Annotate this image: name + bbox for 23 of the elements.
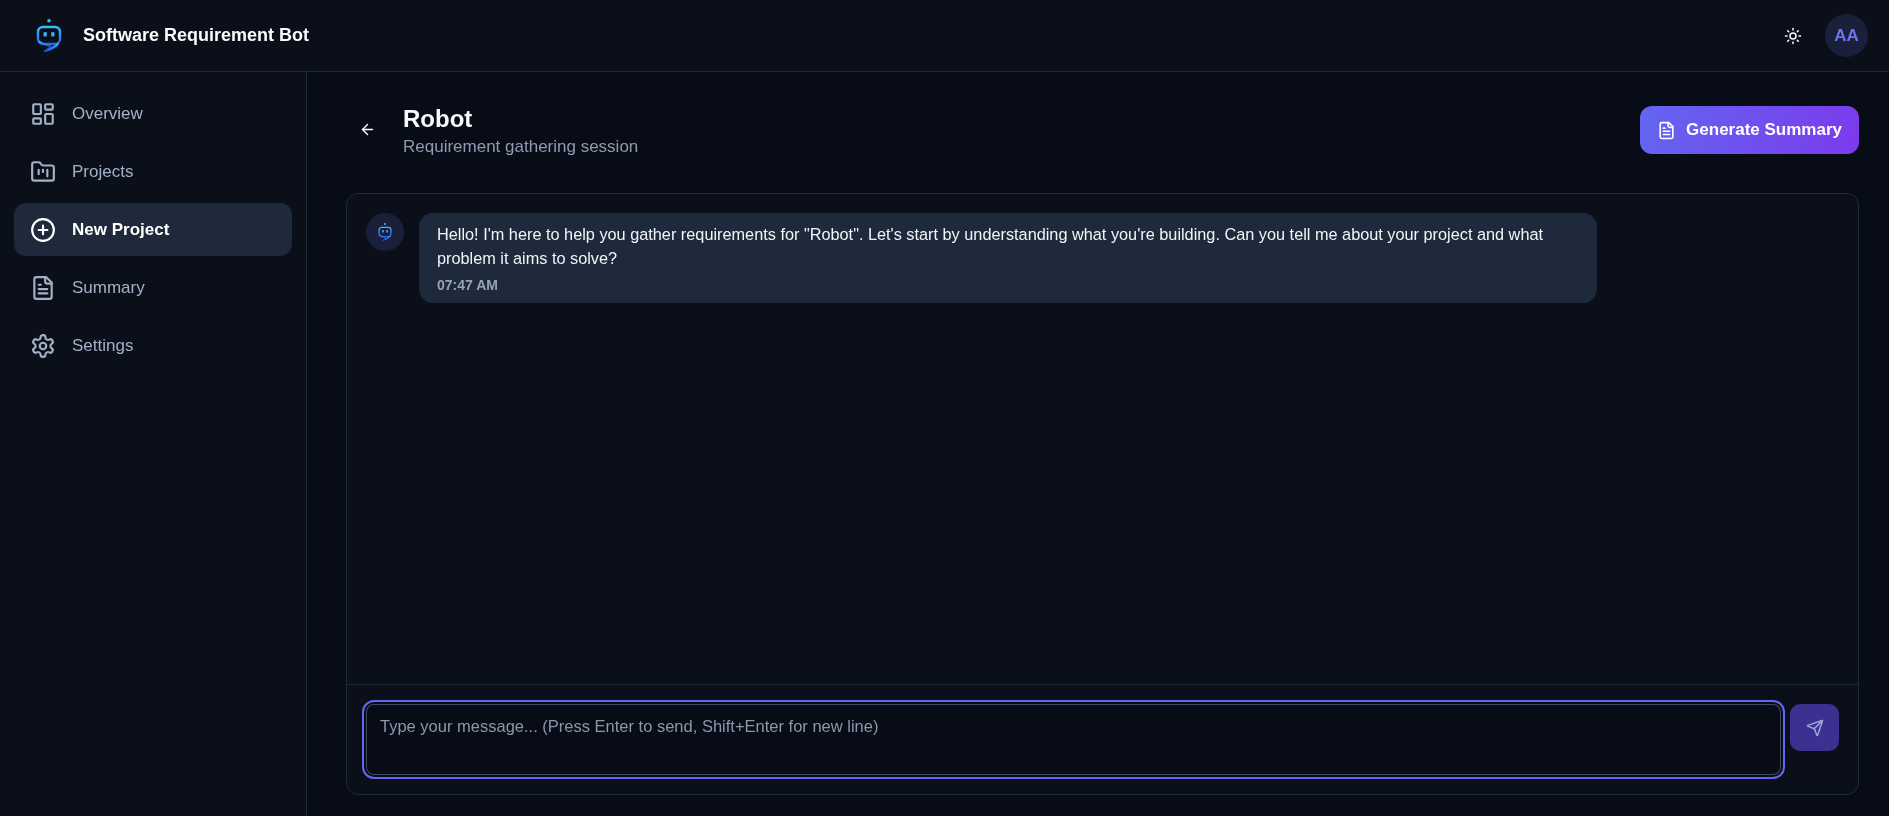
app-title: Software Requirement Bot <box>83 24 310 47</box>
robot-avatar-icon <box>366 213 404 251</box>
message-time: 07:47 AM <box>437 276 499 295</box>
generate-summary-button[interactable]: Generate Summary <box>1640 106 1859 154</box>
gear-icon <box>30 332 56 359</box>
message-input[interactable]: Type your message... (Press Enter to send, Shift+Enter for new line) <box>362 700 1785 779</box>
sidebar-item[interactable]: Projects <box>14 145 292 198</box>
robot-icon <box>36 17 62 54</box>
sidebar-item[interactable]: Summary <box>14 261 292 314</box>
paper-plane-icon <box>1805 718 1824 737</box>
grid-icon <box>30 100 56 127</box>
page-subtitle: Requirement gathering session <box>403 136 639 158</box>
plus-circle-icon <box>30 216 56 243</box>
page-title: Robot <box>403 106 474 132</box>
sidebar-item[interactable]: Overview <box>14 87 292 140</box>
sidebar-item[interactable]: Settings <box>14 319 292 372</box>
document-icon <box>30 274 56 301</box>
user-avatar[interactable]: AA <box>1825 14 1868 57</box>
document-icon <box>1657 120 1677 140</box>
folder-icon <box>30 158 56 185</box>
sidebar-item[interactable]: New Project <box>14 203 292 256</box>
message-text: Hello! I'm here to help you gather requirements for "Robot". Let's start by understanding what you're building. Can you tell me about your project and what problem it aims to solve? <box>437 224 1544 269</box>
sun-icon[interactable] <box>1784 26 1802 45</box>
